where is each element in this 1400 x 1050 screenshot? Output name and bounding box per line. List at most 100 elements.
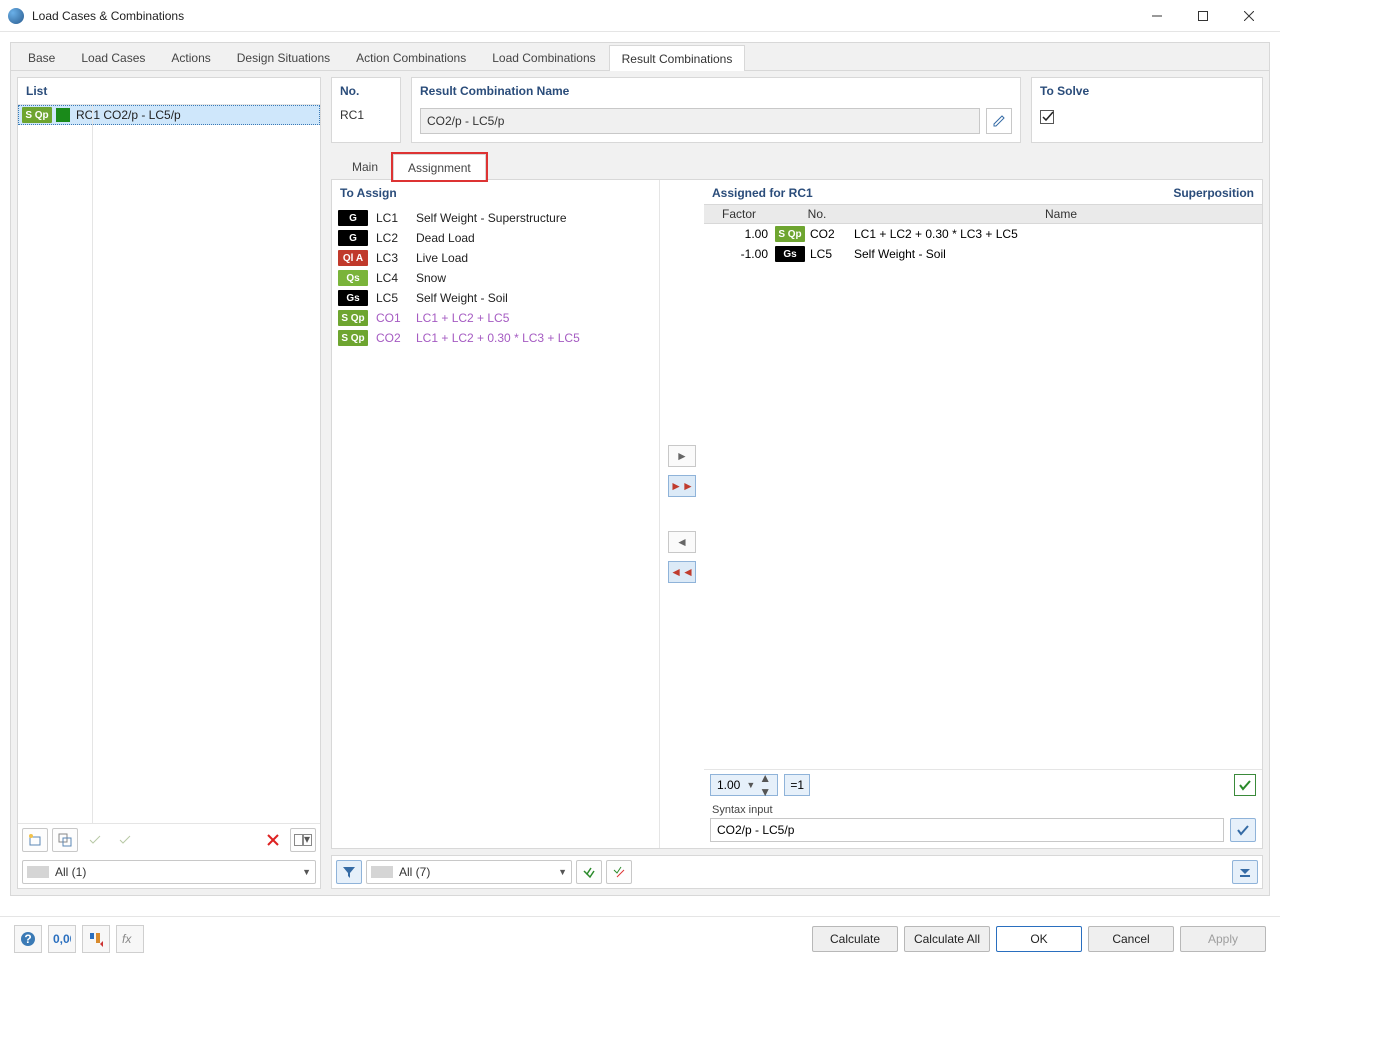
footer: ? 0,00 fx Calculate Calculate All OK Can…: [0, 916, 1280, 960]
move-all-right-button[interactable]: ►►: [668, 475, 696, 497]
new-item-button[interactable]: [22, 828, 48, 852]
to-assign-header: To Assign: [332, 180, 659, 206]
tab-action-combinations[interactable]: Action Combinations: [343, 44, 479, 70]
subtab-main[interactable]: Main: [337, 153, 393, 179]
name-label: Result Combination Name: [412, 78, 1020, 104]
check-2-button[interactable]: [112, 828, 138, 852]
name-input[interactable]: [420, 108, 980, 134]
tab-actions[interactable]: Actions: [158, 44, 223, 70]
list-filter-combo[interactable]: All (1) ▼: [22, 860, 316, 884]
collapse-button[interactable]: [1232, 860, 1258, 884]
confirm-factor-button[interactable]: [1234, 774, 1256, 796]
apply-button[interactable]: Apply: [1180, 926, 1266, 952]
edit-name-button[interactable]: [986, 108, 1012, 134]
tab-result-combinations[interactable]: Result Combinations: [609, 45, 746, 71]
subtab-assignment[interactable]: Assignment: [393, 154, 486, 180]
list-item-rc1[interactable]: S Qp RC1 CO2/p - LC5/p: [18, 105, 320, 125]
assign-filter-combo[interactable]: All (7) ▼: [366, 860, 572, 884]
window-title: Load Cases & Combinations: [32, 9, 1134, 23]
syntax-input[interactable]: [710, 818, 1224, 842]
row-name: Self Weight - Soil: [416, 291, 508, 305]
app-icon: [8, 8, 24, 24]
badge: Gs: [338, 290, 368, 306]
to-assign-row[interactable]: S QpCO2LC1 + LC2 + 0.30 * LC3 + LC5: [332, 328, 659, 348]
cancel-button[interactable]: Cancel: [1088, 926, 1174, 952]
row-code: CO2: [376, 331, 408, 345]
row-code: CO1: [376, 311, 408, 325]
assigned-row[interactable]: -1.00GsLC5Self Weight - Soil: [704, 244, 1262, 264]
svg-text:▾: ▾: [304, 834, 310, 846]
filter-swatch-2: [371, 866, 393, 878]
to-assign-list: GLC1Self Weight - SuperstructureGLC2Dead…: [332, 206, 659, 848]
syntax-label: Syntax input: [704, 800, 1262, 818]
select-toggle-button[interactable]: [606, 860, 632, 884]
to-assign-row[interactable]: Ql A LC3 Live Load: [332, 248, 659, 268]
solve-label: To Solve: [1032, 78, 1262, 104]
filter-swatch: [27, 866, 49, 878]
badge: G: [338, 210, 368, 226]
eq-button[interactable]: =1: [784, 774, 810, 796]
assigned-row[interactable]: 1.00S QpCO2LC1 + LC2 + 0.30 * LC3 + LC5: [704, 224, 1262, 244]
to-assign-row[interactable]: QsLC4Snow: [332, 268, 659, 288]
move-all-left-button[interactable]: ◄◄: [668, 561, 696, 583]
row-code: LC1: [376, 211, 408, 225]
calculate-button[interactable]: Calculate: [812, 926, 898, 952]
assign-filter-label: All (7): [399, 865, 558, 879]
list-body: S Qp RC1 CO2/p - LC5/p: [18, 105, 320, 823]
chevron-down-icon: ▼: [302, 867, 311, 877]
titlebar: Load Cases & Combinations: [0, 0, 1280, 32]
assigned-list: 1.00S QpCO2LC1 + LC2 + 0.30 * LC3 + LC5-…: [704, 224, 1262, 769]
solve-checkbox[interactable]: [1040, 110, 1054, 124]
factor-spinner[interactable]: 1.00 ▼ ▲▼: [710, 774, 778, 796]
no-value: RC1: [332, 104, 400, 130]
row-code: LC5: [806, 247, 854, 261]
move-left-button[interactable]: ◄: [668, 531, 696, 553]
to-assign-row[interactable]: GLC2Dead Load: [332, 228, 659, 248]
row-factor: -1.00: [708, 247, 774, 261]
list-header: List: [18, 78, 320, 105]
ok-button[interactable]: OK: [996, 926, 1082, 952]
tab-design-situations[interactable]: Design Situations: [224, 44, 343, 70]
fx-button[interactable]: fx: [116, 925, 144, 953]
row-code: CO2: [806, 227, 854, 241]
list-filter-label: All (1): [55, 865, 302, 879]
tab-load-cases[interactable]: Load Cases: [68, 44, 158, 70]
close-button[interactable]: [1226, 0, 1272, 32]
color-swatch: [56, 108, 70, 122]
row-name: LC1 + LC2 + LC5: [416, 311, 509, 325]
tab-base[interactable]: Base: [15, 44, 68, 70]
maximize-button[interactable]: [1180, 0, 1226, 32]
delete-button[interactable]: [260, 828, 286, 852]
minimize-button[interactable]: [1134, 0, 1180, 32]
assigned-header: Assigned for RC1: [712, 186, 813, 200]
units-button[interactable]: 0,00: [48, 925, 76, 953]
check-1-button[interactable]: [82, 828, 108, 852]
move-right-button[interactable]: ►: [668, 445, 696, 467]
to-assign-row[interactable]: GLC1Self Weight - Superstructure: [332, 208, 659, 228]
col-factor: Factor: [704, 207, 774, 221]
no-label: No.: [332, 78, 400, 104]
row-name: Snow: [416, 271, 446, 285]
superposition-label: Superposition: [1173, 186, 1254, 200]
badge: Ql A: [338, 250, 368, 266]
copy-item-button[interactable]: [52, 828, 78, 852]
view-mode-button[interactable]: ▾: [290, 828, 316, 852]
sort-button[interactable]: [82, 925, 110, 953]
tab-load-combinations[interactable]: Load Combinations: [479, 44, 608, 70]
badge: Gs: [775, 246, 805, 262]
filter-button[interactable]: [336, 860, 362, 884]
to-assign-row[interactable]: GsLC5Self Weight - Soil: [332, 288, 659, 308]
svg-text:0,00: 0,00: [53, 932, 71, 946]
calculate-all-button[interactable]: Calculate All: [904, 926, 990, 952]
col-name: Name: [860, 207, 1262, 221]
row-name: Live Load: [416, 251, 468, 265]
row-code: LC3: [376, 251, 408, 265]
row-name: LC1 + LC2 + 0.30 * LC3 + LC5: [416, 331, 580, 345]
select-all-button[interactable]: [576, 860, 602, 884]
list-divider: [92, 105, 93, 823]
help-button[interactable]: ?: [14, 925, 42, 953]
svg-text:?: ?: [24, 932, 31, 946]
to-assign-row[interactable]: S QpCO1LC1 + LC2 + LC5: [332, 308, 659, 328]
main-tabs: Base Load Cases Actions Design Situation…: [11, 43, 1269, 71]
syntax-confirm-button[interactable]: [1230, 818, 1256, 842]
